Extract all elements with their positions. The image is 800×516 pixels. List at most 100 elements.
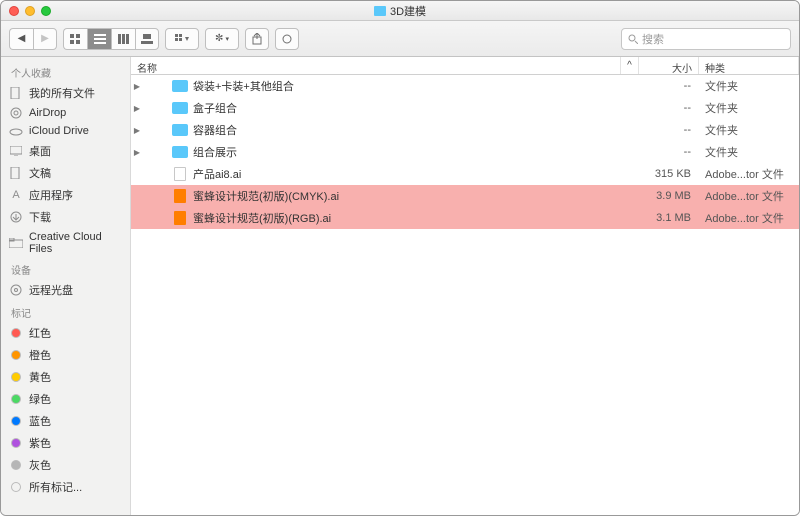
sidebar-item[interactable]: 红色	[1, 322, 130, 344]
file-kind: 文件夹	[699, 122, 799, 138]
sidebar-item[interactable]: 远程光盘	[1, 279, 130, 301]
column-size[interactable]: 大小	[639, 57, 699, 74]
sidebar-item[interactable]: AirDrop	[1, 104, 130, 122]
sidebar-item-label: 绿色	[29, 391, 51, 407]
sidebar-group-label: 个人收藏	[1, 61, 130, 82]
disclosure-icon[interactable]: ▶	[131, 82, 143, 91]
column-name[interactable]: 名称	[131, 57, 621, 74]
file-row[interactable]: 产品ai8.ai315 KBAdobe...tor 文件	[131, 163, 799, 185]
disclosure-icon[interactable]: ▶	[131, 148, 143, 157]
file-size: --	[639, 80, 699, 92]
file-size: 315 KB	[639, 168, 699, 180]
file-kind: Adobe...tor 文件	[699, 210, 799, 226]
download-icon	[9, 211, 23, 223]
sidebar-item-label: iCloud Drive	[29, 125, 89, 137]
tag-icon	[9, 459, 23, 471]
file-kind: 文件夹	[699, 144, 799, 160]
column-kind[interactable]: 种类	[699, 57, 799, 74]
sidebar: 个人收藏我的所有文件 AirDrop iCloud Drive 桌面文稿A应用程序下载…	[1, 57, 131, 515]
file-row[interactable]: ▶组合展示--文件夹	[131, 141, 799, 163]
file-row[interactable]: 蜜蜂设计规范(初版)(CMYK).ai3.9 MBAdobe...tor 文件	[131, 185, 799, 207]
tag-icon	[9, 437, 23, 449]
search-input[interactable]: 搜索	[621, 28, 791, 50]
sidebar-item[interactable]: 我的所有文件	[1, 82, 130, 104]
file-size: 3.9 MB	[639, 190, 699, 202]
view-coverflow-button[interactable]	[135, 28, 159, 50]
sidebar-item-label: 我的所有文件	[29, 85, 95, 101]
view-icon-button[interactable]	[63, 28, 87, 50]
sidebar-item-label: 下载	[29, 209, 51, 225]
forward-button[interactable]: ▶	[33, 28, 57, 50]
sidebar-item-label: Creative Cloud Files	[29, 231, 122, 255]
ai-file-icon	[169, 189, 191, 203]
disc-icon	[9, 284, 23, 296]
doc-icon	[9, 167, 23, 179]
title-folder-icon	[374, 6, 386, 16]
file-size: --	[639, 102, 699, 114]
window-title: 3D建模	[390, 3, 426, 19]
sidebar-item[interactable]: 绿色	[1, 388, 130, 410]
file-row[interactable]: ▶ 容器组合--文件夹	[131, 119, 799, 141]
sidebar-item-label: 远程光盘	[29, 282, 73, 298]
sidebar-item[interactable]: 桌面	[1, 140, 130, 162]
sidebar-item-label: 桌面	[29, 143, 51, 159]
sidebar-item[interactable]: A应用程序	[1, 184, 130, 206]
file-row[interactable]: 蜜蜂设计规范(初版)(RGB).ai3.1 MBAdobe...tor 文件	[131, 207, 799, 229]
file-name: 盒子组合	[191, 100, 639, 116]
arrange-menu[interactable]	[165, 28, 199, 50]
doc-icon	[9, 87, 23, 99]
cloud-icon	[9, 125, 23, 137]
sidebar-item-label: 所有标记...	[29, 479, 82, 495]
sidebar-item-label: 灰色	[29, 457, 51, 473]
file-name: 蜜蜂设计规范(初版)(CMYK).ai	[191, 188, 639, 204]
sidebar-item-label: 红色	[29, 325, 51, 341]
airdrop-icon	[9, 107, 23, 119]
sidebar-item[interactable]: 黄色	[1, 366, 130, 388]
file-list: ▶袋装+卡装+其他组合--文件夹▶盒子组合--文件夹▶容器组合--文件夹▶组合展…	[131, 75, 799, 515]
action-menu[interactable]: ✼ ▾	[205, 28, 239, 50]
sidebar-item[interactable]: 紫色	[1, 432, 130, 454]
tag-icon	[9, 371, 23, 383]
sidebar-item[interactable]: Creative Cloud Files	[1, 228, 130, 258]
file-size: --	[639, 124, 699, 136]
view-column-button[interactable]	[111, 28, 135, 50]
titlebar: 3D建模	[1, 1, 799, 21]
tag-icon	[9, 415, 23, 427]
tag-icon	[9, 481, 23, 493]
column-header[interactable]: 名称 ^ 大小 种类	[131, 57, 799, 75]
disclosure-icon[interactable]: ▶	[131, 104, 143, 113]
folder-icon	[169, 102, 191, 114]
sidebar-item-label: 黄色	[29, 369, 51, 385]
file-row[interactable]: ▶盒子组合--文件夹	[131, 97, 799, 119]
view-list-button[interactable]	[87, 28, 111, 50]
sidebar-item[interactable]: 灰色	[1, 454, 130, 476]
sidebar-item[interactable]: 所有标记...	[1, 476, 130, 498]
folder-icon	[169, 146, 191, 158]
desktop-icon	[9, 145, 23, 157]
tags-button[interactable]	[275, 28, 299, 50]
sidebar-item[interactable]: 橙色	[1, 344, 130, 366]
app-icon: A	[9, 189, 23, 201]
ai-file-icon	[169, 211, 191, 225]
sidebar-item[interactable]: 文稿	[1, 162, 130, 184]
disclosure-icon[interactable]: ▶	[131, 126, 143, 135]
tag-icon	[9, 327, 23, 339]
file-kind: Adobe...tor 文件	[699, 166, 799, 182]
sidebar-item[interactable]: 蓝色	[1, 410, 130, 432]
sidebar-item[interactable]: 下载	[1, 206, 130, 228]
sidebar-item-label: 橙色	[29, 347, 51, 363]
tag-icon	[9, 393, 23, 405]
file-row[interactable]: ▶袋装+卡装+其他组合--文件夹	[131, 75, 799, 97]
file-name: 容器组合	[191, 122, 639, 138]
sidebar-item[interactable]: iCloud Drive	[1, 122, 130, 140]
sort-indicator[interactable]: ^	[621, 57, 639, 74]
file-size: --	[639, 146, 699, 158]
file-icon	[169, 167, 191, 181]
file-kind: 文件夹	[699, 78, 799, 94]
tag-icon	[9, 349, 23, 361]
file-kind: Adobe...tor 文件	[699, 188, 799, 204]
file-name: 产品ai8.ai	[191, 166, 639, 182]
file-name: 蜜蜂设计规范(初版)(RGB).ai	[191, 210, 639, 226]
back-button[interactable]: ◀	[9, 28, 33, 50]
share-button[interactable]	[245, 28, 269, 50]
